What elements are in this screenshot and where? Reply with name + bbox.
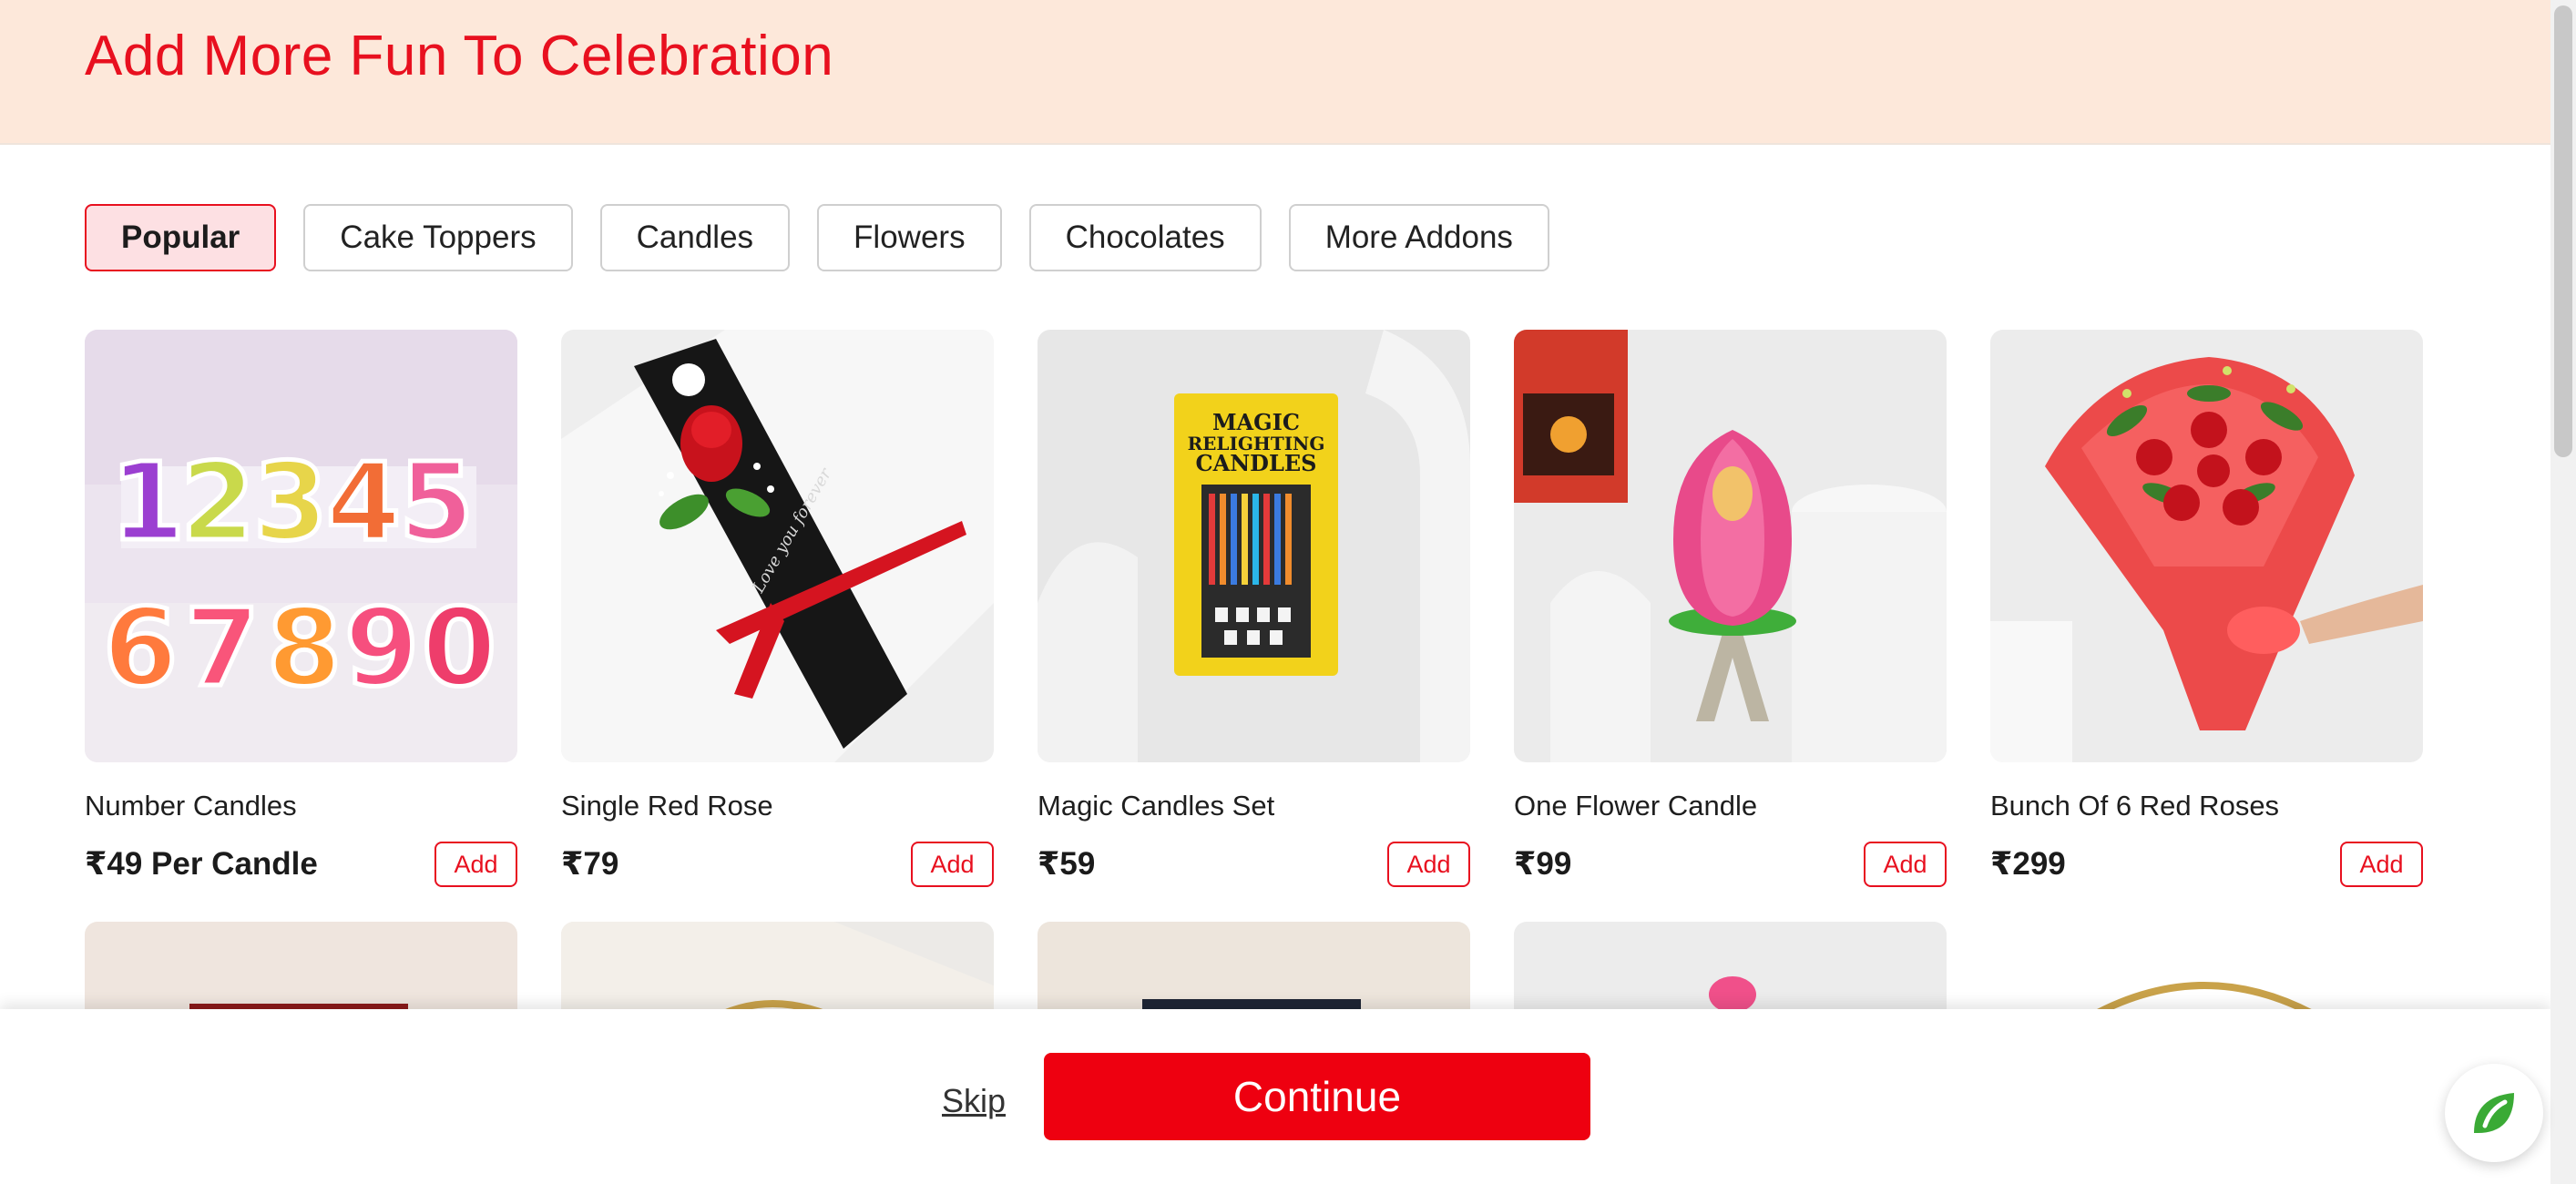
product-card <box>561 922 994 1022</box>
product-image-partial[interactable] <box>85 922 517 1022</box>
number-candles-illustration: 1 2 3 4 5 6 7 8 9 0 <box>85 330 517 762</box>
product-image-magic-candles-set[interactable]: MAGIC RELIGHTING CANDLES <box>1038 330 1470 762</box>
continue-button[interactable]: Continue <box>1044 1053 1590 1140</box>
rose-bunch-illustration <box>1990 330 2423 762</box>
product-card <box>1990 922 2423 1022</box>
category-tabs: Popular Cake Toppers Candles Flowers Cho… <box>85 204 1549 271</box>
leaf-chat-icon <box>2474 1093 2514 1133</box>
product-price: ₹79 <box>561 846 619 882</box>
action-footer: Skip Continue <box>0 1009 2550 1184</box>
scrollbar-track[interactable] <box>2550 0 2576 1184</box>
svg-text:9: 9 <box>344 585 419 710</box>
tab-popular[interactable]: Popular <box>85 204 277 271</box>
svg-text:3: 3 <box>253 439 328 565</box>
product-card: Love you forever Single Red Rose ₹79 Add <box>561 330 994 888</box>
svg-text:5: 5 <box>399 439 474 565</box>
svg-text:6: 6 <box>103 585 178 710</box>
partial-image-5 <box>1990 922 2423 1022</box>
product-image-partial[interactable] <box>1038 922 1470 1022</box>
chat-button[interactable] <box>2445 1064 2543 1162</box>
product-card: One Flower Candle ₹99 Add <box>1514 330 1947 888</box>
product-name: Single Red Rose <box>561 790 773 822</box>
price-row: ₹299 Add <box>1990 841 2423 888</box>
product-name: Number Candles <box>85 790 297 822</box>
partial-image-3 <box>1038 922 1470 1022</box>
svg-text:7: 7 <box>185 585 260 710</box>
tab-cake-toppers[interactable]: Cake Toppers <box>303 204 573 271</box>
svg-text:MAGIC: MAGIC <box>1212 409 1300 435</box>
product-name: One Flower Candle <box>1514 790 1758 822</box>
flower-candle-illustration <box>1514 330 1947 762</box>
product-card: 1 2 3 4 5 6 7 8 9 0 Number Candles ₹49 P… <box>85 330 517 888</box>
magic-candles-illustration: MAGIC RELIGHTING CANDLES <box>1038 330 1470 762</box>
page-header: Add More Fun To Celebration <box>0 0 2550 145</box>
svg-text:1: 1 <box>110 439 185 565</box>
scrollbar-thumb[interactable] <box>2554 5 2572 457</box>
price-row: ₹79 Add <box>561 841 994 888</box>
product-image-partial[interactable] <box>561 922 994 1022</box>
product-price: ₹59 <box>1038 846 1096 882</box>
product-name: Bunch Of 6 Red Roses <box>1990 790 2280 822</box>
product-image-partial[interactable] <box>1514 922 1947 1022</box>
product-card: MAGIC RELIGHTING CANDLES Magic Candles S… <box>1038 330 1470 888</box>
svg-text:0: 0 <box>422 585 496 710</box>
add-button[interactable]: Add <box>434 842 517 887</box>
tab-candles[interactable]: Candles <box>599 204 791 271</box>
product-image-single-red-rose[interactable]: Love you forever <box>561 330 994 762</box>
product-price: ₹49 Per Candle <box>85 846 318 882</box>
product-card <box>1514 922 1947 1022</box>
svg-text:CANDLES: CANDLES <box>1196 450 1317 476</box>
product-image-number-candles[interactable]: 1 2 3 4 5 6 7 8 9 0 <box>85 330 517 762</box>
svg-text:2: 2 <box>180 439 255 565</box>
product-image-bunch-of-roses[interactable] <box>1990 330 2423 762</box>
product-card: Bunch Of 6 Red Roses ₹299 Add <box>1990 330 2423 888</box>
skip-link[interactable]: Skip <box>942 1082 1006 1120</box>
product-card <box>1038 922 1470 1022</box>
svg-text:4: 4 <box>326 439 401 565</box>
price-row: ₹59 Add <box>1038 841 1470 888</box>
single-rose-illustration: Love you forever <box>561 330 994 762</box>
add-button[interactable]: Add <box>911 842 994 887</box>
partial-image-1 <box>85 922 517 1022</box>
tab-chocolates[interactable]: Chocolates <box>1028 204 1262 271</box>
price-row: ₹49 Per Candle Add <box>85 841 517 888</box>
partial-image-4 <box>1514 922 1947 1022</box>
page-title: Add More Fun To Celebration <box>85 25 834 87</box>
tab-more-addons[interactable]: More Addons <box>1288 204 1549 271</box>
product-card <box>85 922 517 1022</box>
svg-text:8: 8 <box>267 585 342 710</box>
price-row: ₹99 Add <box>1514 841 1947 888</box>
product-price: ₹99 <box>1514 846 1572 882</box>
product-image-one-flower-candle[interactable] <box>1514 330 1947 762</box>
product-name: Magic Candles Set <box>1038 790 1275 822</box>
add-button[interactable]: Add <box>1387 842 1470 887</box>
add-button[interactable]: Add <box>2340 842 2423 887</box>
product-price: ₹299 <box>1990 846 2066 882</box>
partial-image-2 <box>561 922 994 1022</box>
tab-flowers[interactable]: Flowers <box>817 204 1002 271</box>
product-image-partial[interactable] <box>1990 922 2423 1022</box>
add-button[interactable]: Add <box>1864 842 1947 887</box>
